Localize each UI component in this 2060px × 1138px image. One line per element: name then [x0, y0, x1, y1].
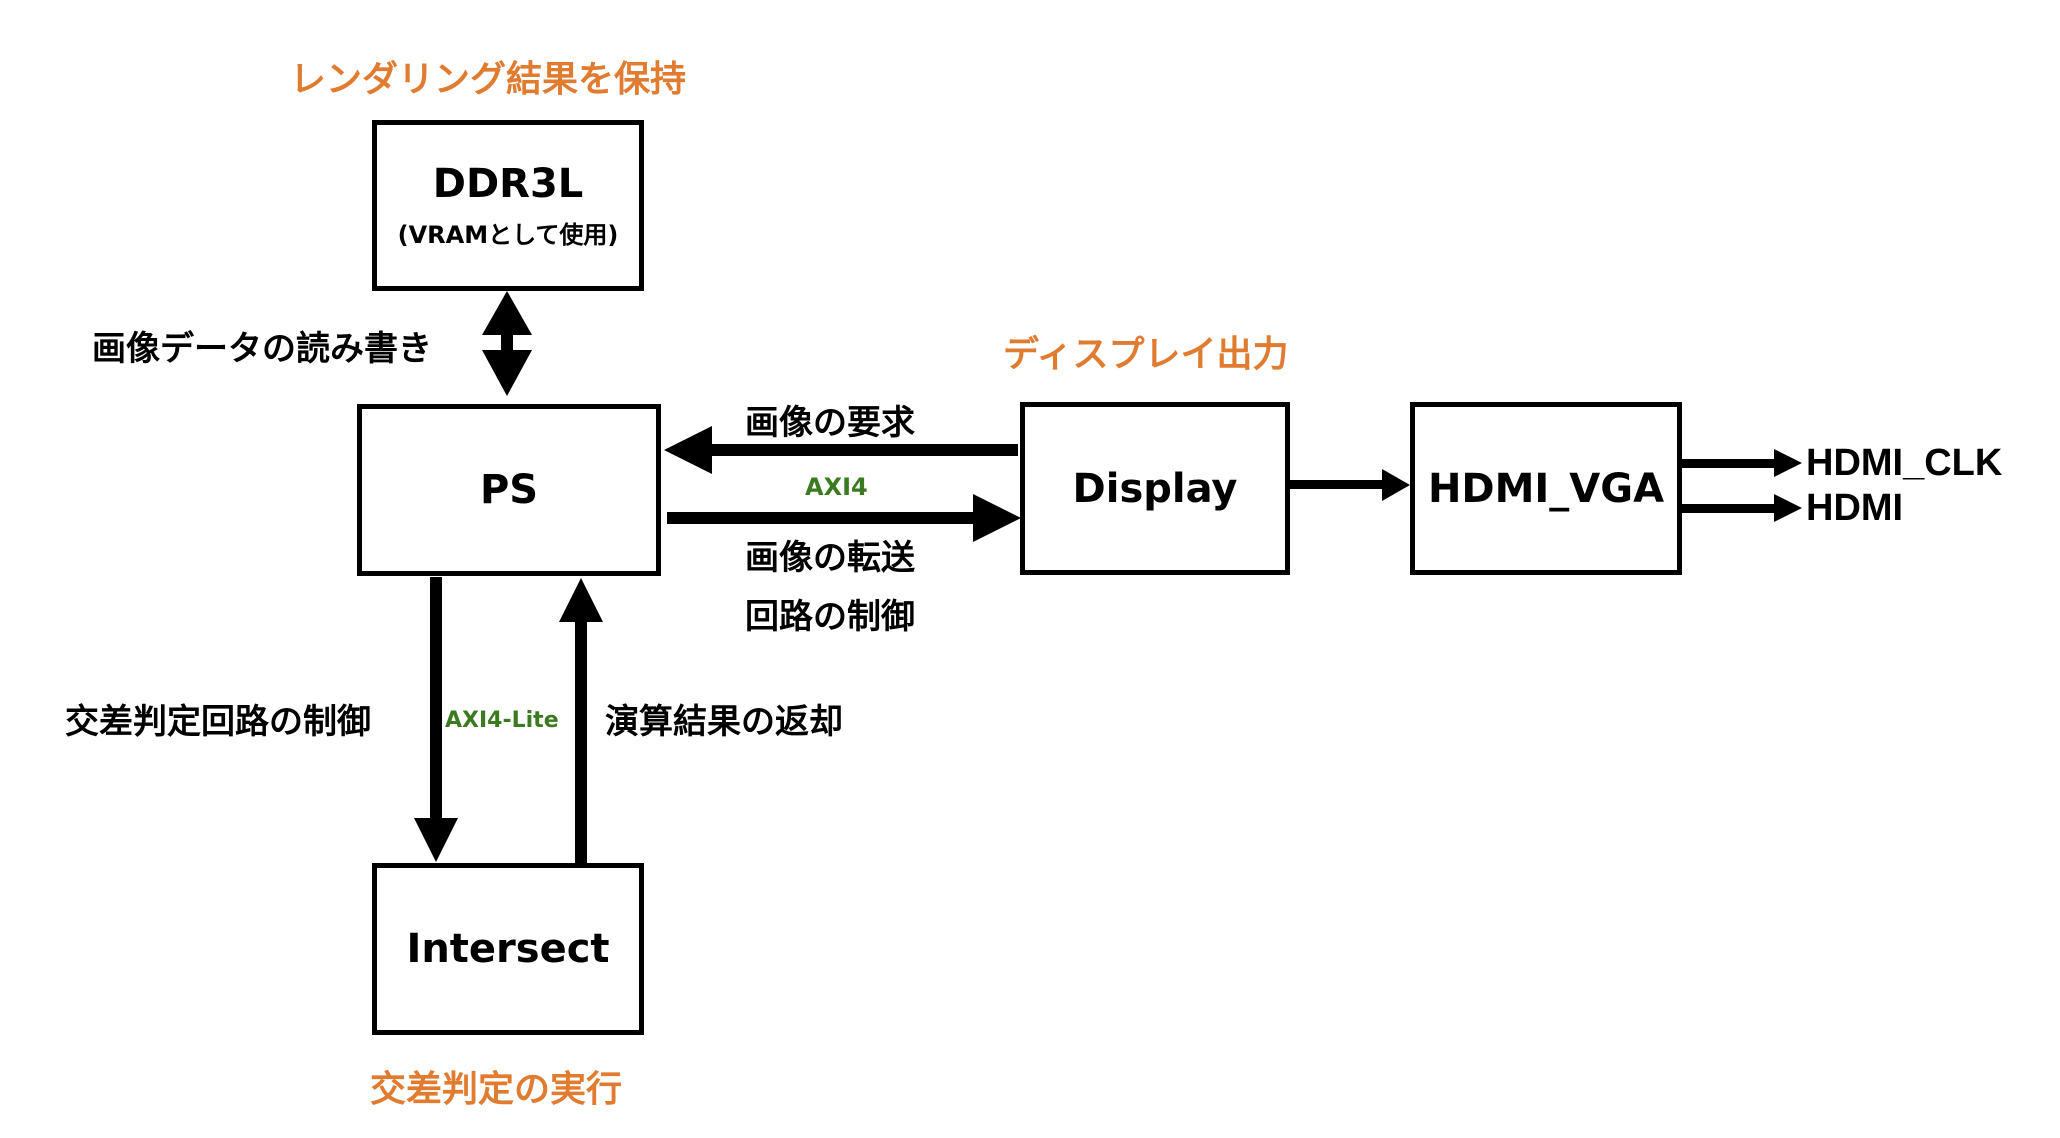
ddr-ps-double-arrow: [482, 291, 532, 396]
intersect-title: Intersect: [406, 926, 610, 972]
ps-block: PS: [357, 404, 661, 576]
ddr3l-title: DDR3L: [432, 161, 584, 207]
ps-to-display-label-2: 回路の制御: [745, 597, 915, 637]
ps-to-intersect-label: 交差判定回路の制御: [65, 702, 371, 742]
hdmi-clk-output-label: HDMI_CLK: [1806, 442, 2003, 484]
hdmi-vga-block: HDMI_VGA: [1410, 402, 1682, 575]
ddr-ps-label: 画像データの読み書き: [92, 329, 432, 369]
display-to-hdmi-arrow: [1289, 469, 1410, 501]
ddr3l-subtitle: (VRAMとして使用): [397, 221, 619, 249]
hdmi-clk-arrow: [1680, 449, 1802, 477]
hdmi-vga-title: HDMI_VGA: [1427, 465, 1665, 512]
intersect-to-ps-arrow: [559, 578, 603, 863]
intersect-to-ps-label: 演算結果の返却: [605, 702, 843, 742]
axi4-lite-bus-label: AXI4-Lite: [445, 708, 559, 733]
hdmi-output-label: HDMI: [1806, 487, 1904, 529]
ddr3l-role-label: レンダリング結果を保持: [290, 59, 687, 100]
ps-title: PS: [479, 467, 539, 513]
display-block: Display: [1020, 402, 1290, 575]
display-role-label: ディスプレイ出力: [1003, 334, 1289, 375]
intersect-role-label: 交差判定の実行: [370, 1069, 623, 1110]
axi4-bus-label: AXI4: [805, 473, 868, 501]
intersect-block: Intersect: [372, 863, 644, 1035]
display-to-ps-label: 画像の要求: [745, 403, 915, 443]
display-title: Display: [1072, 465, 1238, 512]
ps-to-display-label-1: 画像の転送: [745, 538, 915, 578]
hdmi-arrow: [1680, 494, 1802, 522]
ddr3l-block: DDR3L (VRAMとして使用): [372, 120, 644, 291]
ps-to-display-arrow: [667, 494, 1021, 542]
